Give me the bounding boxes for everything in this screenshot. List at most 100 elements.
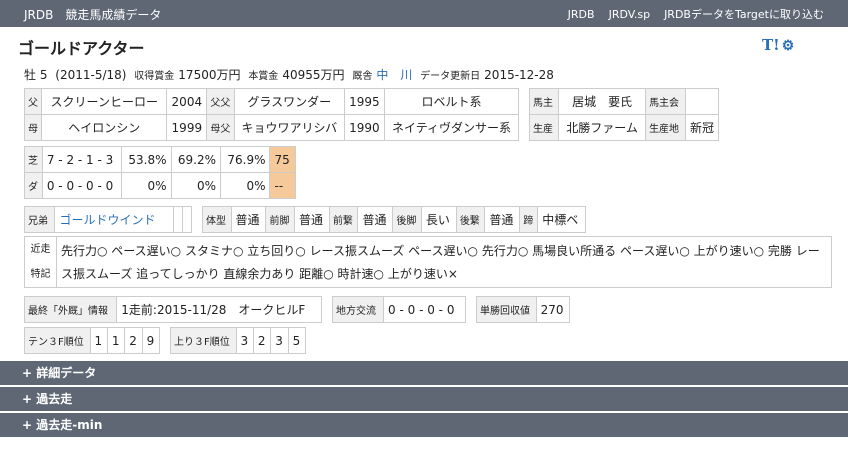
owner-club [684, 88, 720, 115]
surface-turf-label: 芝 [24, 146, 43, 173]
hoof-value: 中標ベ [537, 206, 586, 233]
win-recovery-value: 270 [535, 296, 571, 323]
front-pastern-value: 普通 [357, 206, 394, 233]
nav-link-target[interactable]: JRDBデータをTargetに取り込む [664, 8, 824, 21]
turf-top3-rate: 76.9% [219, 146, 271, 173]
turf-top2-rate: 69.2% [170, 146, 222, 173]
latest-info-value: 1走前:2015-11/28 オークヒルF [116, 296, 322, 323]
dams-sire-year: 1990 [343, 114, 386, 141]
stable-link[interactable]: 中 川 [376, 68, 412, 82]
latest-info-label: 最終「外厩」情報 [23, 296, 118, 323]
table-row: 父 スクリーンヒーロー 2004 父父 グラスワンダー 1995 ロベルト系 [23, 88, 519, 115]
top-bar: JRDB 競走馬成績データ JRDB JRDV.sp JRDBデータをTargetに取… [0, 0, 848, 27]
gear-icon[interactable]: ⚙ [782, 38, 795, 54]
nav-link-jrdb[interactable]: JRDB [568, 8, 595, 21]
updated-date: 2015-12-28 [484, 68, 554, 82]
dirt-top3-rate: 0% [219, 172, 271, 199]
area-label: 生産地 [645, 114, 686, 141]
early-rank-value: 1 [89, 327, 108, 354]
hoof-label: 蹄 [519, 206, 539, 233]
site-title: 競走馬成績データ [65, 8, 162, 22]
sibling-empty-cell [182, 206, 192, 233]
early-rank-value: 1 [106, 327, 126, 354]
stable-label: 厩舎 [352, 71, 373, 82]
hind-pastern-value: 普通 [484, 206, 521, 233]
final-rank-label: 上り３F順位 [170, 327, 237, 354]
dams-sire-name: キョウワアリシバ [233, 114, 345, 141]
breeder-label: 生産 [528, 114, 560, 141]
table-row: 馬主 居城 要氏 馬主会 [528, 88, 720, 115]
breeding-area: 新冠 [684, 114, 720, 141]
sire-label: 父 [23, 88, 43, 115]
owner-table: 馬主 居城 要氏 馬主会 生産 北勝ファーム 生産地 新冠 [528, 88, 720, 141]
tools: T! ⚙ [762, 36, 794, 54]
sires-sire-label: 父父 [206, 88, 235, 115]
sibling-empty-cell [173, 206, 183, 233]
sex-age: 牡 5 [24, 68, 48, 82]
table-row: 兄弟 ゴールドウインド [23, 206, 192, 233]
main-prize-label: 本賞金 [248, 71, 279, 82]
local-exchange-value: 0 - 0 - 0 - 0 [383, 296, 466, 323]
table-row: 体型 普通 前脚 普通 前繋 普通 後脚 長い 後繋 普通 蹄 中標ベ [202, 206, 586, 233]
dirt-top2-rate: 0% [170, 172, 222, 199]
sires-sire-year: 1995 [343, 88, 386, 115]
table-row: 単勝回収値 270 [476, 296, 571, 323]
owner-club-label: 馬主会 [645, 88, 686, 115]
recent-notes-label-line2: 特記 [30, 269, 51, 280]
updated-label: データ更新日 [420, 71, 481, 82]
final-rank-table: 上り３F順位 3 2 3 5 [170, 327, 307, 354]
section-past-races-min-toggle[interactable]: + 過去走-min [0, 413, 848, 437]
dirt-record: 0 - 0 - 0 - 0 [41, 172, 123, 199]
prize-label: 収得賞金 [134, 71, 175, 82]
section-details-toggle[interactable]: + 詳細データ [0, 361, 848, 385]
hind-leg-label: 後脚 [392, 206, 422, 233]
hind-pastern-label: 後繋 [455, 206, 486, 233]
text-size-icon[interactable]: T! [762, 36, 780, 54]
top-nav: JRDB JRDV.sp JRDBデータをTargetに取り込む [554, 6, 824, 22]
local-exchange-table: 地方交流 0 - 0 - 0 - 0 [331, 296, 466, 323]
siblings-table: 兄弟 ゴールドウインド [23, 206, 192, 233]
horse-name: ゴールドアクター [18, 39, 145, 58]
table-row: 地方交流 0 - 0 - 0 - 0 [331, 296, 466, 323]
horse-info: 牡 5 (2011-5/18) 収得賞金 17500万円 本賞金 40955万円 厩… [24, 66, 558, 83]
record-table: 芝 7 - 2 - 1 - 3 53.8% 69.2% 76.9% 75 ダ 0… [24, 146, 296, 199]
recent-notes-text: 先行力○ ペース遅い○ スタミナ○ 立ち回り○ レース振スムーズ ペース遅い○ … [61, 244, 820, 281]
latest-info-table: 最終「外厩」情報 1走前:2015-11/28 オークヒルF [23, 296, 322, 323]
section-past-races-toggle[interactable]: + 過去走 [0, 387, 848, 411]
prize-value: 17500万円 [178, 68, 241, 82]
dams-sire-line: ネイティヴダンサー系 [384, 114, 519, 141]
turf-win-rate: 53.8% [121, 146, 172, 173]
sibling-link[interactable]: ゴールドウインド [54, 206, 174, 233]
dam-name: ヘイロンシン [41, 114, 168, 141]
owner-label: 馬主 [528, 88, 560, 115]
final-rank-value: 3 [235, 327, 254, 354]
body-type-value: 普通 [230, 206, 267, 233]
recovery-table: 単勝回収値 270 [476, 296, 571, 323]
turf-record: 7 - 2 - 1 - 3 [41, 146, 123, 173]
surface-dirt-label: ダ [24, 172, 43, 199]
breeder-name: 北勝ファーム [558, 114, 647, 141]
final-rank-value: 3 [270, 327, 289, 354]
pedigree-table: 父 スクリーンヒーロー 2004 父父 グラスワンダー 1995 ロベルト系 母… [23, 88, 519, 141]
table-row: テン３F順位 1 1 2 9 [24, 327, 161, 354]
hind-leg-value: 長い [420, 206, 457, 233]
dam-year: 1999 [166, 114, 208, 141]
siblings-label: 兄弟 [23, 206, 56, 233]
sire-year: 2004 [166, 88, 208, 115]
sires-sire-name: グラスワンダー [233, 88, 345, 115]
front-pastern-label: 前繋 [328, 206, 359, 233]
birth-date: (2011-5/18) [55, 68, 127, 82]
body-table: 体型 普通 前脚 普通 前繋 普通 後脚 長い 後繋 普通 蹄 中標ベ [202, 206, 586, 233]
sire-name: スクリーンヒーロー [41, 88, 168, 115]
dam-label: 母 [23, 114, 43, 141]
dirt-index: -- [269, 172, 296, 199]
table-row: ダ 0 - 0 - 0 - 0 0% 0% 0% -- [24, 172, 296, 199]
main-prize-value: 40955万円 [282, 68, 345, 82]
brand: JRDB 競走馬成績データ [24, 6, 161, 23]
brand-name[interactable]: JRDB [24, 8, 53, 22]
nav-link-jrdv[interactable]: JRDV.sp [609, 8, 650, 21]
recent-notes: 近走 特記 先行力○ ペース遅い○ スタミナ○ 立ち回り○ レース振スムーズ ペ… [24, 236, 832, 288]
final-rank-value: 2 [252, 327, 272, 354]
recent-notes-label: 近走 特記 [25, 237, 57, 287]
body-type-label: 体型 [202, 206, 232, 233]
